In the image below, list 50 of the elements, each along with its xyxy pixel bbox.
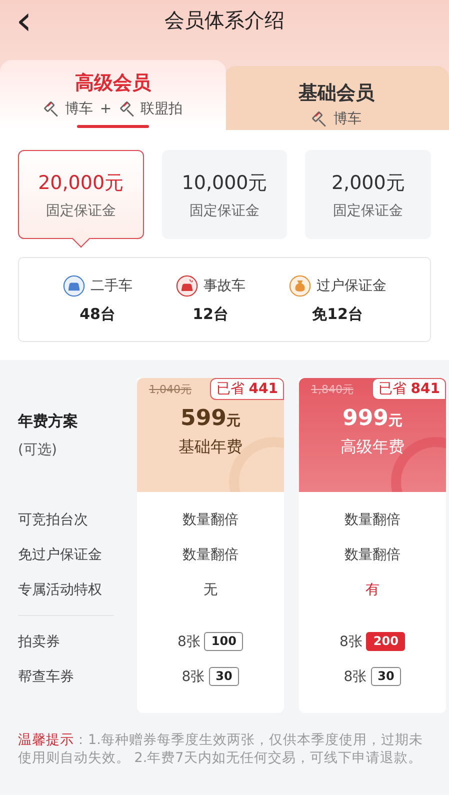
voucher-ticket: 30 bbox=[370, 667, 402, 686]
tip-text: 温馨提示：1.每种赠券每季度生效两张，仅供本季度使用，过期未使用则自动失效。 2.年费7天内如无任何交易，可线下申请退款。 bbox=[18, 731, 424, 767]
deposit-option[interactable]: 20,000元 固定保证金 bbox=[18, 150, 144, 239]
row-label: 帮查车券 bbox=[18, 668, 75, 686]
row-label: 可竞拍台次 bbox=[18, 510, 89, 530]
plans-subtitle: (可选) bbox=[18, 440, 58, 458]
plan-value: 数量翻倍 bbox=[182, 510, 240, 530]
back-button[interactable]: ‹ bbox=[10, 4, 38, 38]
plan-price: 599元 bbox=[180, 406, 240, 431]
gavel-icon bbox=[42, 100, 61, 118]
stat-label: 二手车 bbox=[90, 277, 132, 295]
deposit-option[interactable]: 10,000元 固定保证金 bbox=[162, 150, 288, 239]
stat-value: 免12台 bbox=[312, 305, 363, 324]
deposit-option[interactable]: 2,000元 固定保证金 bbox=[305, 150, 432, 239]
membership-tab[interactable]: 高级会员 博车 + 联盟拍 bbox=[0, 60, 226, 130]
plan-value: 无 bbox=[202, 580, 218, 600]
plan-card[interactable]: 1,840元 已省 841 999元 高级年费 数量翻倍 数量翻倍 有 8张 200 8张 30 bbox=[299, 378, 446, 713]
membership-tab[interactable]: 基础会员 博车 bbox=[224, 66, 449, 130]
car-icon bbox=[62, 275, 84, 297]
gavel-icon bbox=[118, 100, 137, 118]
row-label: 拍卖券 bbox=[18, 632, 61, 652]
plan-price: 999元 bbox=[342, 406, 402, 431]
money-bag-icon bbox=[288, 275, 310, 297]
original-price: 1,040元 bbox=[149, 382, 192, 397]
voucher-ticket: 200 bbox=[366, 632, 406, 651]
plan-card[interactable]: 1,040元 已省 441 599元 基础年费 数量翻倍 数量翻倍 无 8张 100 8张 30 bbox=[137, 378, 284, 713]
voucher-ticket: 100 bbox=[204, 632, 244, 651]
stat-label: 过户保证金 bbox=[316, 277, 386, 295]
stat-value: 48台 bbox=[80, 305, 116, 324]
voucher-count: 8张 bbox=[182, 668, 205, 686]
plan-value: 有 bbox=[364, 580, 380, 600]
car-icon bbox=[176, 275, 198, 297]
voucher-count: 8张 bbox=[344, 668, 367, 686]
stat-value: 12台 bbox=[192, 305, 228, 324]
page-title: 会员体系介绍 bbox=[164, 6, 284, 34]
original-price: 1,840元 bbox=[311, 382, 354, 397]
plan-name: 高级年费 bbox=[340, 437, 404, 458]
savings-badge: 已省 441 bbox=[210, 378, 284, 400]
plan-name: 基础年费 bbox=[178, 437, 242, 458]
plan-value: 数量翻倍 bbox=[344, 510, 402, 530]
savings-badge: 已省 841 bbox=[372, 378, 446, 400]
row-label: 免过户保证金 bbox=[18, 546, 103, 564]
plans-title: 年费方案 bbox=[18, 412, 79, 430]
row-label: 专属活动特权 bbox=[18, 580, 103, 600]
voucher-ticket: 30 bbox=[208, 667, 240, 686]
stat-label: 事故车 bbox=[204, 277, 246, 295]
plan-value: 数量翻倍 bbox=[182, 546, 240, 564]
voucher-count: 8张 bbox=[178, 632, 200, 650]
voucher-count: 8张 bbox=[340, 632, 362, 650]
plan-value: 数量翻倍 bbox=[344, 546, 402, 564]
